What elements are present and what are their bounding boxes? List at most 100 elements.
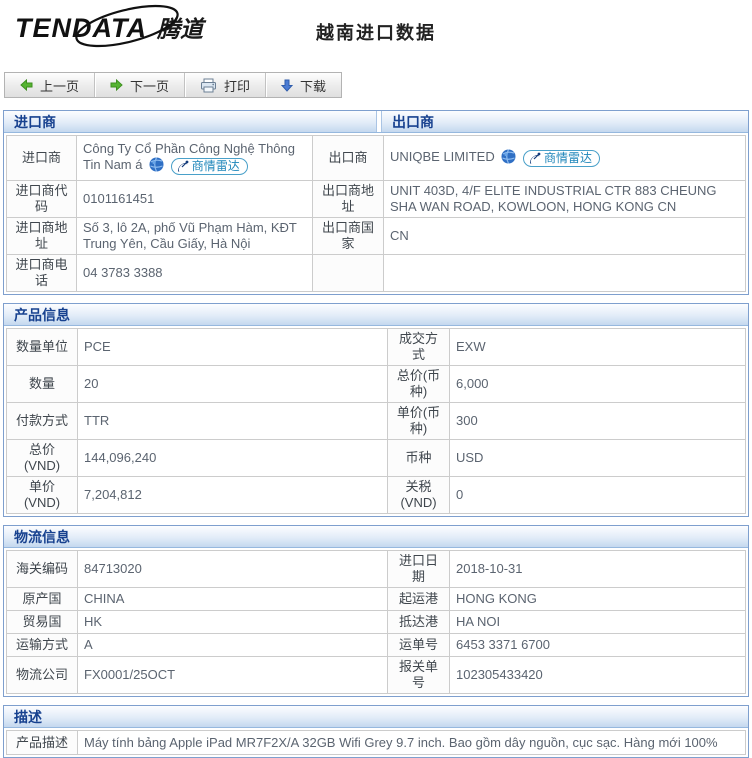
product-description-label: 产品描述 (7, 731, 78, 755)
description-section-title: 描述 (4, 706, 748, 728)
tendata-logo: TENDATA 腾道 (15, 10, 203, 44)
table-row: 数量单位 PCE 成交方式 EXW (7, 329, 746, 366)
importer-phone-value: 04 3783 3388 (77, 255, 313, 292)
table-row: 原产国 CHINA 起运港 HONG KONG (7, 588, 746, 611)
globe-icon[interactable] (501, 149, 516, 164)
importer-name-value: Công Ty Cổ Phần Công Nghệ Thông Tin Nam … (77, 136, 313, 181)
arrival-port-label: 抵达港 (388, 611, 450, 634)
table-row: 贸易国 HK 抵达港 HA NOI (7, 611, 746, 634)
print-label: 打印 (224, 76, 250, 95)
toolbar: 上一页 下一页 打印 下载 (4, 72, 342, 98)
total-price-vnd-value: 144,096,240 (78, 440, 388, 477)
currency-value: USD (450, 440, 746, 477)
importer-section-title: 进口商 (4, 111, 377, 132)
payment-method-value: TTR (78, 403, 388, 440)
logistics-company-label: 物流公司 (7, 657, 78, 694)
importer-phone-label: 进口商电话 (7, 255, 77, 292)
table-row: 进口商电话 04 3783 3388 (7, 255, 746, 292)
empty-cell (384, 255, 746, 292)
download-label: 下载 (300, 76, 326, 95)
exporter-country-value: CN (384, 218, 746, 255)
printer-icon (200, 78, 217, 93)
transport-mode-value: A (78, 634, 388, 657)
trade-parties-header: 进口商 出口商 (4, 111, 748, 133)
logo-cn-text: 腾道 (157, 10, 203, 44)
import-date-value: 2018-10-31 (450, 551, 746, 588)
exporter-radar-badge[interactable]: 商情雷达 (523, 150, 600, 167)
import-date-label: 进口日期 (388, 551, 450, 588)
arrow-left-icon (20, 79, 33, 91)
arrival-port-value: HA NOI (450, 611, 746, 634)
quantity-value: 20 (78, 366, 388, 403)
radar-badge-label: 商情雷达 (544, 150, 592, 166)
empty-cell (313, 255, 384, 292)
arrow-down-icon (281, 79, 293, 92)
quantity-unit-label: 数量单位 (7, 329, 78, 366)
logistics-company-value: FX0001/25OCT (78, 657, 388, 694)
importer-address-label: 进口商地址 (7, 218, 77, 255)
payment-method-label: 付款方式 (7, 403, 78, 440)
quantity-label: 数量 (7, 366, 78, 403)
radar-dish-icon (529, 152, 541, 164)
exporter-name-text: UNIQBE LIMITED (390, 149, 495, 164)
departure-port-label: 起运港 (388, 588, 450, 611)
print-button[interactable]: 打印 (184, 73, 265, 97)
product-description-value: Máy tính bảng Apple iPad MR7F2X/A 32GB W… (78, 731, 746, 755)
download-button[interactable]: 下载 (265, 73, 341, 97)
trade-parties-table: 进口商 Công Ty Cổ Phần Công Nghệ Thông Tin … (6, 135, 746, 292)
total-price-currency-value: 6,000 (450, 366, 746, 403)
exporter-country-label: 出口商国家 (313, 218, 384, 255)
exporter-address-label: 出口商地址 (313, 181, 384, 218)
product-info-panel: 产品信息 数量单位 PCE 成交方式 EXW 数量 20 总价(币种) 6,00… (3, 303, 749, 517)
importer-code-value: 0101161451 (77, 181, 313, 218)
exporter-address-value: UNIT 403D, 4/F ELITE INDUSTRIAL CTR 883 … (384, 181, 746, 218)
importer-address-value: Số 3, lô 2A, phố Vũ Phạm Hàm, KĐT Trung … (77, 218, 313, 255)
total-price-currency-label: 总价(币种) (388, 366, 450, 403)
description-panel: 描述 产品描述 Máy tính bảng Apple iPad MR7F2X/… (3, 705, 749, 758)
radar-dish-icon (177, 160, 189, 172)
hs-code-value: 84713020 (78, 551, 388, 588)
importer-name-label: 进口商 (7, 136, 77, 181)
unit-price-currency-value: 300 (450, 403, 746, 440)
page-header: TENDATA 腾道 越南进口数据 (3, 8, 749, 64)
product-info-table: 数量单位 PCE 成交方式 EXW 数量 20 总价(币种) 6,000 付款方… (6, 328, 746, 514)
table-row: 数量 20 总价(币种) 6,000 (7, 366, 746, 403)
logistics-info-table: 海关编码 84713020 进口日期 2018-10-31 原产国 CHINA … (6, 550, 746, 694)
trade-country-label: 贸易国 (7, 611, 78, 634)
unit-price-vnd-value: 7,204,812 (78, 477, 388, 514)
logistics-info-panel: 物流信息 海关编码 84713020 进口日期 2018-10-31 原产国 C… (3, 525, 749, 697)
exporter-section-title: 出口商 (381, 111, 748, 132)
table-row: 进口商 Công Ty Cổ Phần Công Nghệ Thông Tin … (7, 136, 746, 181)
next-page-button[interactable]: 下一页 (94, 73, 184, 97)
table-row: 总价(VND) 144,096,240 币种 USD (7, 440, 746, 477)
transport-mode-label: 运输方式 (7, 634, 78, 657)
customs-declaration-label: 报关单号 (388, 657, 450, 694)
hs-code-label: 海关编码 (7, 551, 78, 588)
total-price-vnd-label: 总价(VND) (7, 440, 78, 477)
logistics-section-title: 物流信息 (4, 526, 748, 548)
prev-page-label: 上一页 (40, 76, 79, 95)
waybill-number-label: 运单号 (388, 634, 450, 657)
table-row: 单价(VND) 7,204,812 关税(VND) 0 (7, 477, 746, 514)
tax-vnd-value: 0 (450, 477, 746, 514)
currency-label: 币种 (388, 440, 450, 477)
unit-price-currency-label: 单价(币种) (388, 403, 450, 440)
table-row: 进口商地址 Số 3, lô 2A, phố Vũ Phạm Hàm, KĐT … (7, 218, 746, 255)
prev-page-button[interactable]: 上一页 (5, 73, 94, 97)
page-title: 越南进口数据 (316, 19, 436, 45)
origin-country-value: CHINA (78, 588, 388, 611)
incoterm-value: EXW (450, 329, 746, 366)
importer-radar-badge[interactable]: 商情雷达 (171, 158, 248, 175)
table-row: 物流公司 FX0001/25OCT 报关单号 102305433420 (7, 657, 746, 694)
logo-text: TENDATA (15, 13, 151, 44)
exporter-name-label: 出口商 (313, 136, 384, 181)
page: TENDATA 腾道 越南进口数据 上一页 下一页 (0, 0, 752, 758)
globe-icon[interactable] (149, 157, 164, 172)
trade-country-value: HK (78, 611, 388, 634)
importer-code-label: 进口商代码 (7, 181, 77, 218)
table-row: 进口商代码 0101161451 出口商地址 UNIT 403D, 4/F EL… (7, 181, 746, 218)
incoterm-label: 成交方式 (388, 329, 450, 366)
customs-declaration-value: 102305433420 (450, 657, 746, 694)
arrow-right-icon (110, 79, 123, 91)
product-section-title: 产品信息 (4, 304, 748, 326)
